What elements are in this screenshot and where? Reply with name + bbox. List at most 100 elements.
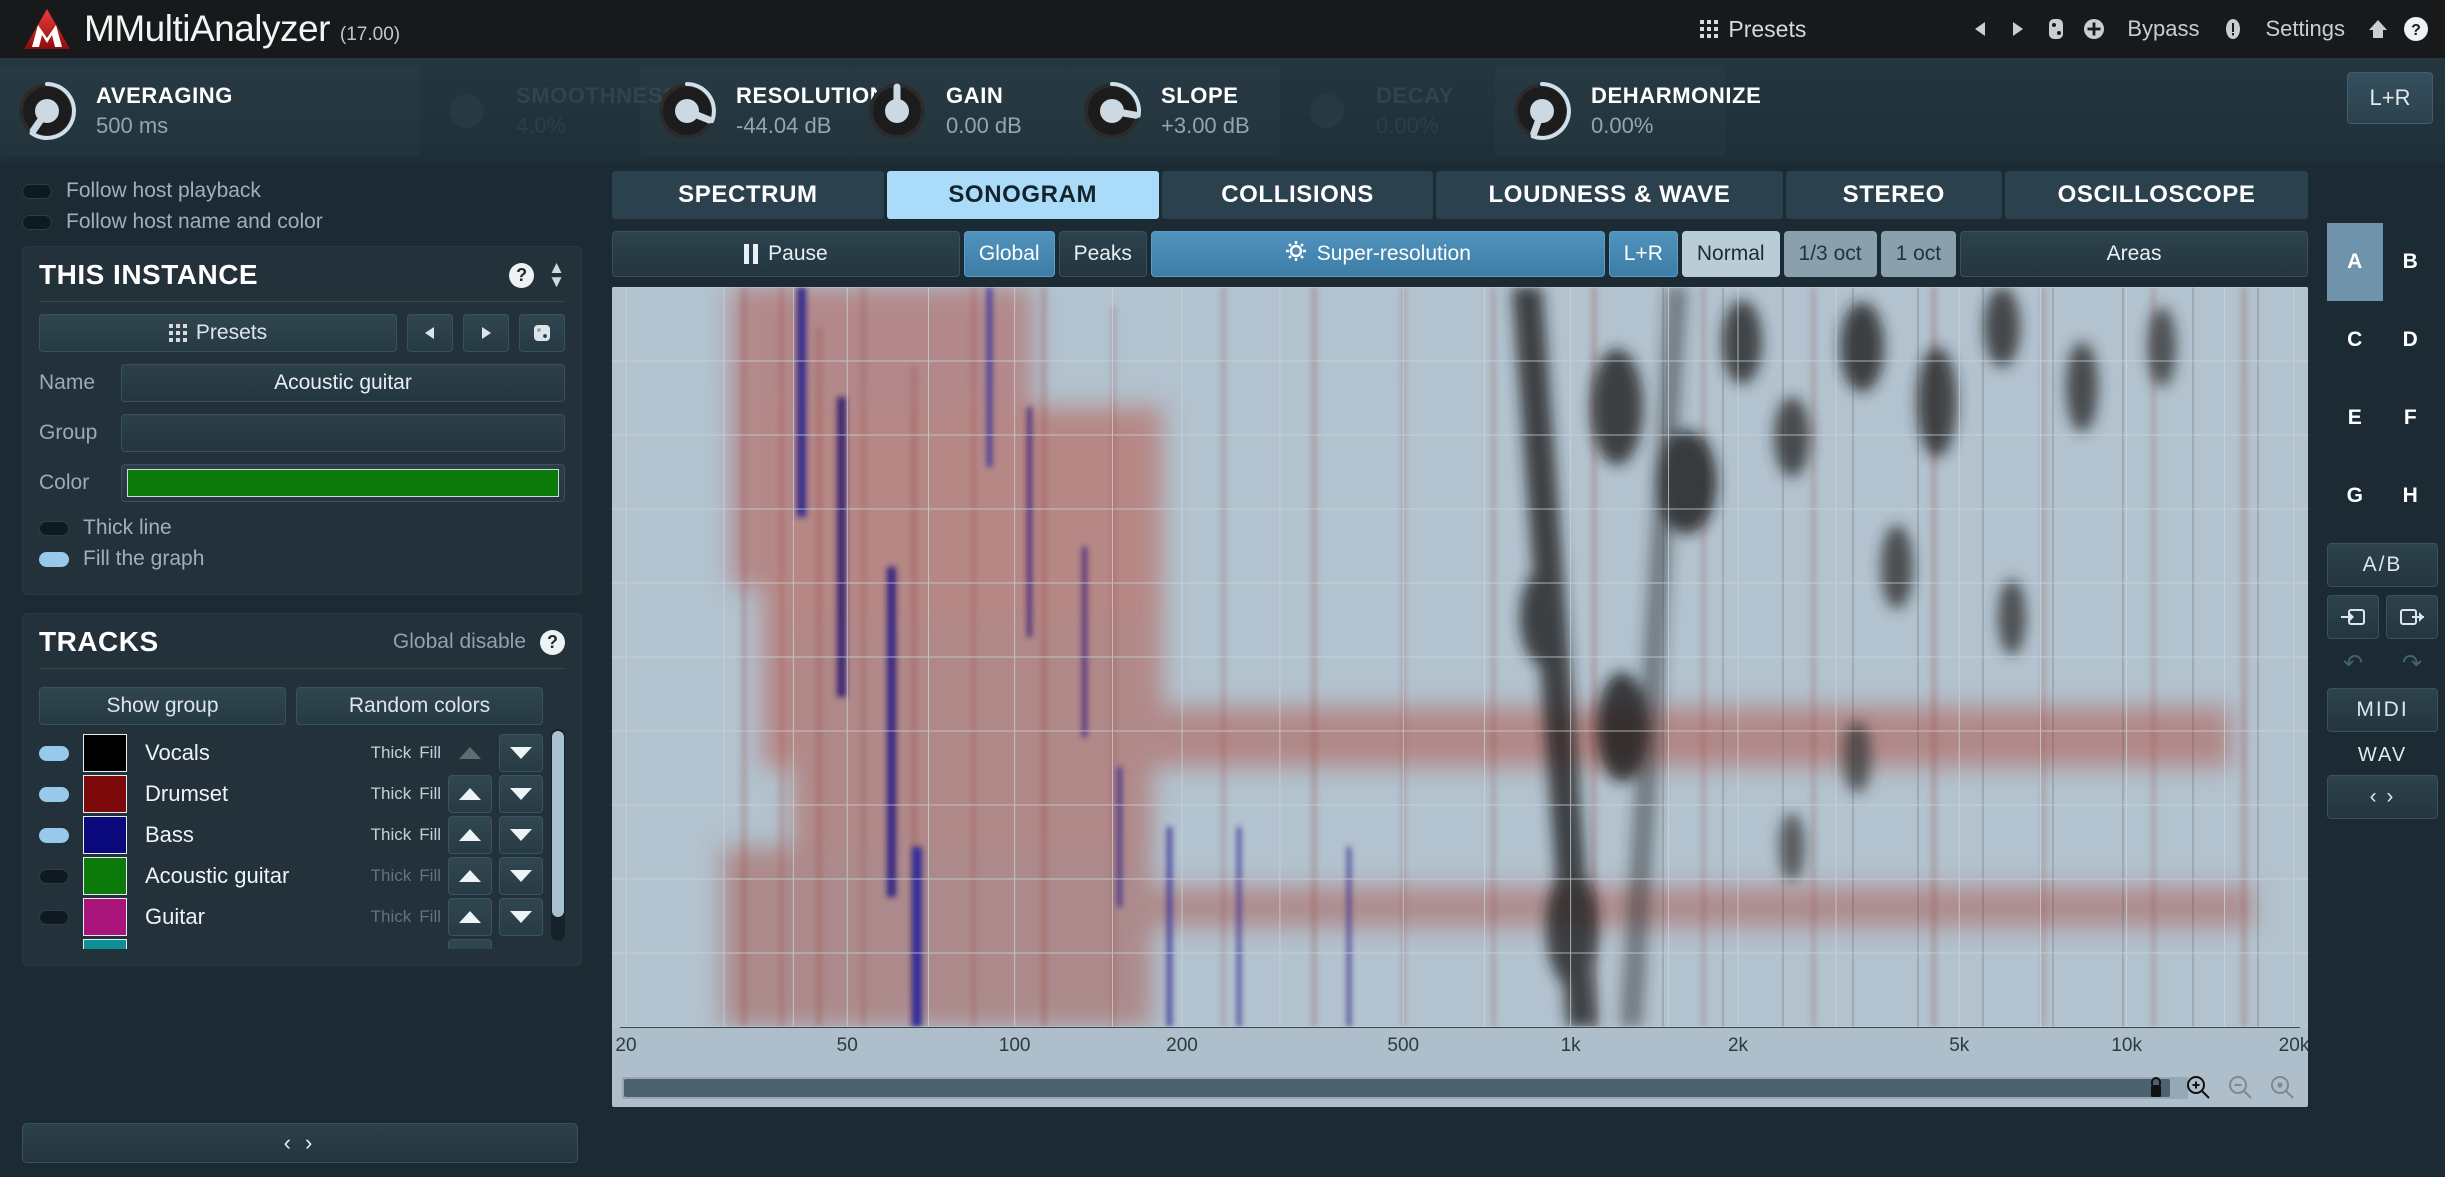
help-icon[interactable]: ? xyxy=(2397,10,2435,48)
tracks-help-icon[interactable]: ? xyxy=(540,629,565,655)
toolbar-l-r[interactable]: L+R xyxy=(1608,231,1678,277)
track-move-up-button[interactable] xyxy=(448,898,492,936)
track-fill-toggle[interactable]: Fill xyxy=(419,825,441,845)
track-enable-toggle[interactable] xyxy=(39,909,69,925)
knob-dial[interactable] xyxy=(864,78,930,144)
instance-next-preset-button[interactable] xyxy=(463,314,509,352)
alert-icon[interactable] xyxy=(2214,10,2252,48)
tab-spectrum[interactable]: SPECTRUM xyxy=(612,171,884,219)
track-fill-toggle[interactable]: Fill xyxy=(419,948,441,949)
knob-dial[interactable] xyxy=(1079,78,1145,144)
zoom-out-icon[interactable] xyxy=(2226,1073,2254,1101)
toolbar-pause[interactable]: Pause xyxy=(612,231,960,277)
track-color-swatch[interactable] xyxy=(83,734,127,772)
knob-resolution[interactable]: RESOLUTION -44.04 dB xyxy=(640,66,886,156)
lock-icon[interactable] xyxy=(2142,1073,2170,1101)
rail-collapse-button[interactable]: ‹ › xyxy=(2327,775,2438,819)
track-move-up-button[interactable] xyxy=(448,939,492,949)
track-enable-toggle[interactable] xyxy=(39,827,69,843)
previous-preset-icon[interactable] xyxy=(1961,10,1999,48)
track-enable-toggle[interactable] xyxy=(39,745,69,761)
track-move-up-button[interactable] xyxy=(448,775,492,813)
toolbar-1-3-oct[interactable]: 1/3 oct xyxy=(1783,231,1877,277)
track-row[interactable]: Vocals Thick Fill xyxy=(39,733,543,773)
import-icon[interactable] xyxy=(2327,595,2379,639)
track-thick-toggle[interactable]: Thick xyxy=(371,948,412,949)
follow-host-name-color-toggle-row[interactable]: Follow host name and color xyxy=(22,210,582,234)
preset-slot-g[interactable]: G xyxy=(2327,457,2383,535)
zoom-reset-icon[interactable] xyxy=(2268,1073,2296,1101)
tab-collisions[interactable]: COLLISIONS xyxy=(1161,171,1434,219)
knob-deharmonize[interactable]: DEHARMONIZE 0.00% xyxy=(1495,66,1761,156)
knob-dial[interactable] xyxy=(434,78,500,144)
horizontal-scrollbar[interactable] xyxy=(622,1077,2188,1099)
track-thick-toggle[interactable]: Thick xyxy=(371,866,412,886)
track-row[interactable]: Drumset Thick Fill xyxy=(39,774,543,814)
follow-host-playback-toggle[interactable] xyxy=(22,183,52,199)
instance-prev-preset-button[interactable] xyxy=(407,314,453,352)
tab-stereo[interactable]: STEREO xyxy=(1785,171,2003,219)
follow-host-name-color-toggle[interactable] xyxy=(22,214,52,230)
track-thick-toggle[interactable]: Thick xyxy=(371,907,412,927)
channel-mode-button[interactable]: L+R xyxy=(2347,72,2433,124)
track-move-down-button[interactable] xyxy=(499,857,543,895)
tab-loudness-wave[interactable]: LOUDNESS & WAVE xyxy=(1436,171,1783,219)
instance-help-icon[interactable]: ? xyxy=(509,262,535,288)
knob-dial[interactable] xyxy=(14,78,80,144)
toolbar-global[interactable]: Global xyxy=(963,231,1055,277)
midi-button[interactable]: MIDI xyxy=(2327,688,2438,732)
knob-slope[interactable]: SLOPE +3.00 dB xyxy=(1065,66,1280,156)
track-color-swatch[interactable] xyxy=(83,816,127,854)
show-group-button[interactable]: Show group xyxy=(39,687,286,725)
track-move-up-button[interactable] xyxy=(448,734,492,772)
toolbar-super-resolution[interactable]: Super-resolution xyxy=(1150,231,1605,277)
home-icon[interactable] xyxy=(2359,10,2397,48)
instance-random-preset-button[interactable] xyxy=(519,314,565,352)
ab-compare-button[interactable]: A/B xyxy=(2327,543,2438,587)
track-move-down-button[interactable] xyxy=(499,816,543,854)
instance-group-input[interactable] xyxy=(121,414,565,452)
track-enable-toggle[interactable] xyxy=(39,786,69,802)
knob-dial[interactable] xyxy=(1294,78,1360,144)
track-move-up-button[interactable] xyxy=(448,816,492,854)
track-fill-toggle[interactable]: Fill xyxy=(419,743,441,763)
track-thick-toggle[interactable]: Thick xyxy=(371,784,412,804)
track-color-swatch[interactable] xyxy=(83,775,127,813)
instance-name-input[interactable]: Acoustic guitar xyxy=(121,364,565,402)
preset-slot-b[interactable]: B xyxy=(2383,223,2439,301)
track-row[interactable]: Acoustic guitar Thick Fill xyxy=(39,856,543,896)
track-color-swatch[interactable] xyxy=(83,857,127,895)
track-move-down-button[interactable] xyxy=(499,939,543,949)
tab-oscilloscope[interactable]: OSCILLOSCOPE xyxy=(2005,171,2309,219)
knob-dial[interactable] xyxy=(654,78,720,144)
follow-host-playback-toggle-row[interactable]: Follow host playback xyxy=(22,179,582,203)
tab-sonogram[interactable]: SONOGRAM xyxy=(886,171,1159,219)
track-fill-toggle[interactable]: Fill xyxy=(419,866,441,886)
undo-icon[interactable]: ↶ xyxy=(2327,646,2379,680)
fill-graph-toggle[interactable] xyxy=(39,551,69,567)
track-move-up-button[interactable] xyxy=(448,857,492,895)
track-fill-toggle[interactable]: Fill xyxy=(419,907,441,927)
preset-slot-a[interactable]: A xyxy=(2327,223,2383,301)
settings-button[interactable]: Settings xyxy=(2252,8,2360,50)
preset-slot-c[interactable]: C xyxy=(2327,301,2383,379)
toolbar-1-oct[interactable]: 1 oct xyxy=(1880,231,1957,277)
sidebar-collapse-button[interactable]: ‹ › xyxy=(22,1123,578,1163)
thick-line-toggle-row[interactable]: Thick line xyxy=(39,516,565,540)
track-color-swatch[interactable] xyxy=(83,939,127,949)
global-disable-button[interactable]: Global disable xyxy=(393,630,526,654)
preset-slot-d[interactable]: D xyxy=(2383,301,2439,379)
track-move-down-button[interactable] xyxy=(499,775,543,813)
track-color-swatch[interactable] xyxy=(83,898,127,936)
preset-slot-f[interactable]: F xyxy=(2383,379,2439,457)
randomize-icon[interactable] xyxy=(2037,10,2075,48)
track-move-down-button[interactable] xyxy=(499,734,543,772)
add-icon[interactable] xyxy=(2075,10,2113,48)
tracks-scrollbar[interactable] xyxy=(551,729,565,941)
toolbar-areas[interactable]: Areas xyxy=(1960,231,2308,277)
fill-graph-toggle-row[interactable]: Fill the graph xyxy=(39,547,565,571)
sonogram-canvas[interactable] xyxy=(612,287,2308,1027)
track-row[interactable]: Guitar Thick Fill xyxy=(39,897,543,937)
track-fill-toggle[interactable]: Fill xyxy=(419,784,441,804)
preset-slot-e[interactable]: E xyxy=(2327,379,2383,457)
